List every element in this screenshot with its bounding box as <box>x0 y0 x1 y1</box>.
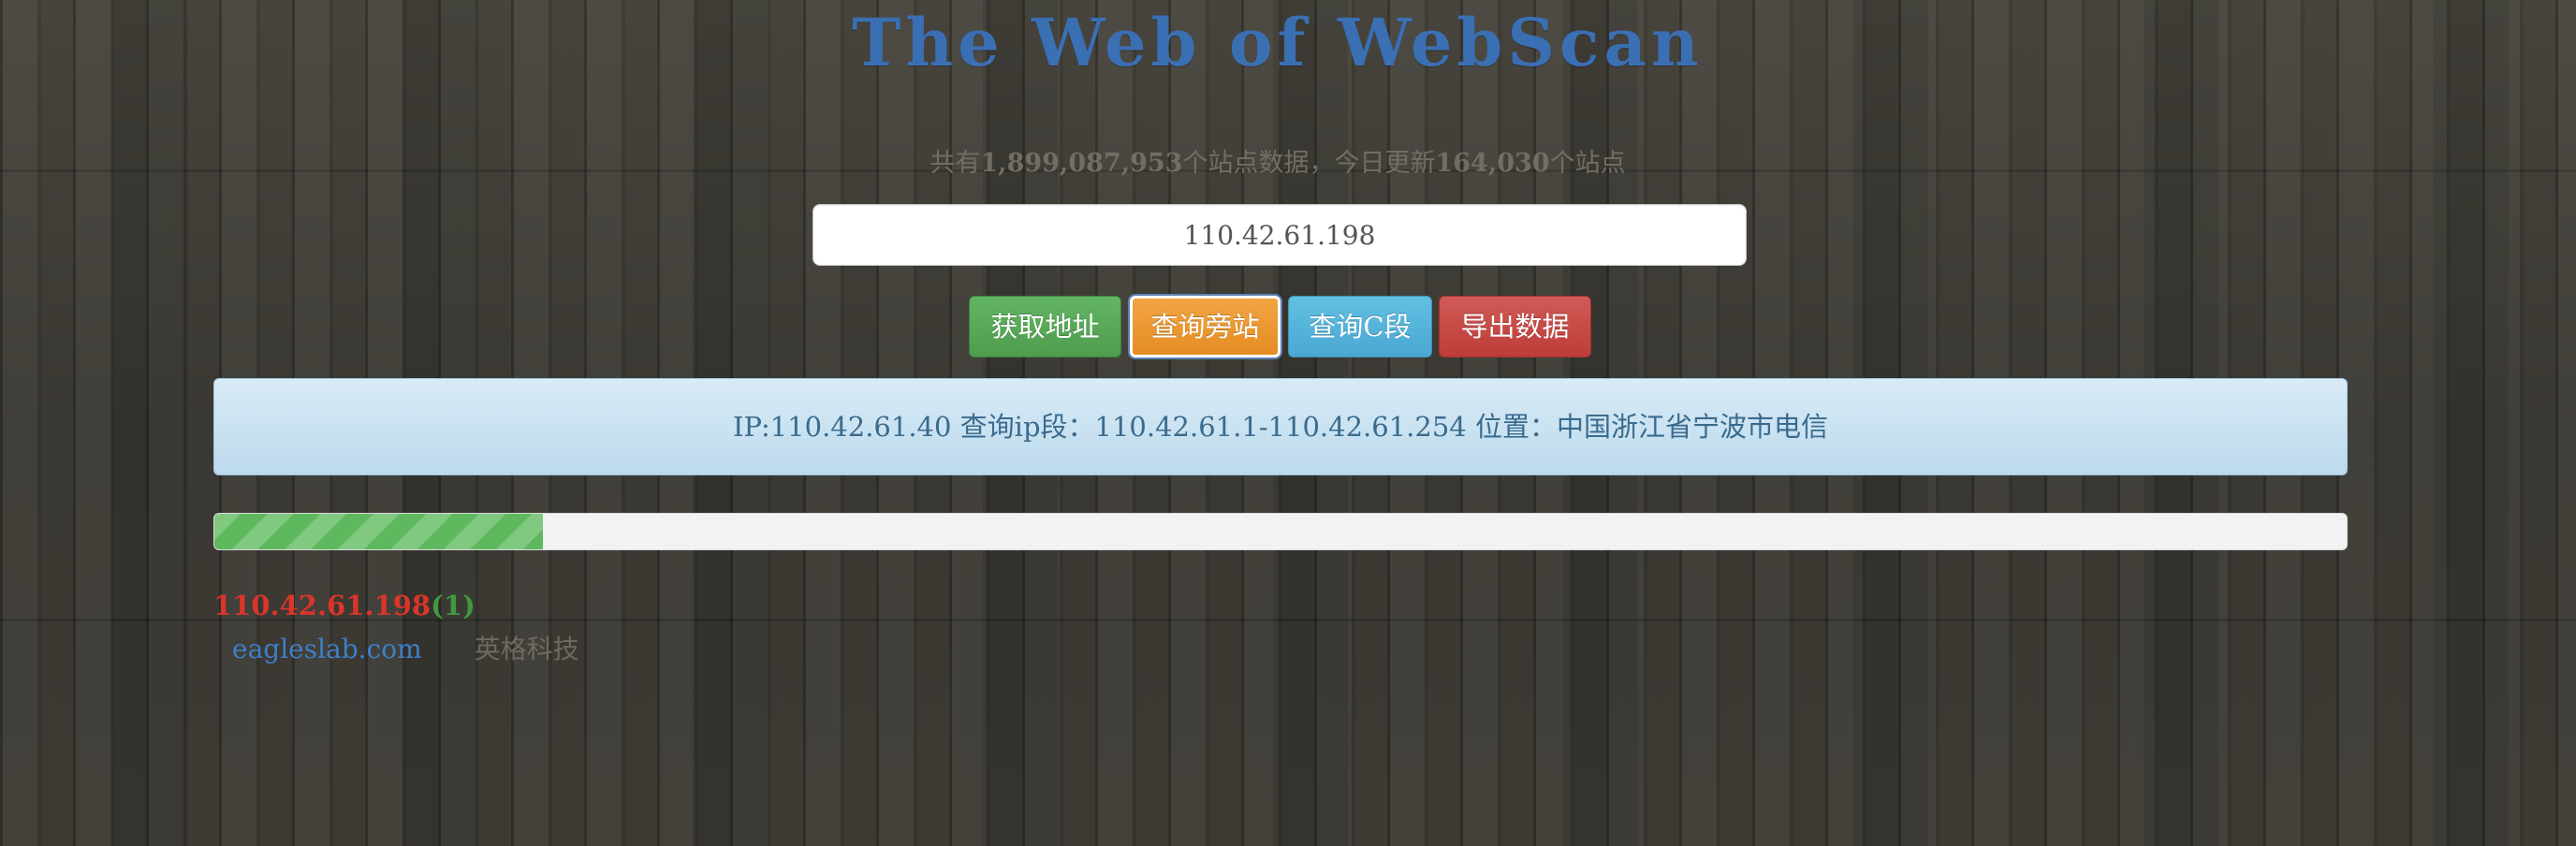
site-stats: 共有1,899,087,953个站点数据，今日更新164,030个站点 <box>0 142 2555 179</box>
ip-info-alert: IP:110.42.61.40 查询ip段：110.42.61.1-110.42… <box>213 378 2348 475</box>
stats-prefix: 共有 <box>929 149 981 178</box>
stats-total-sites: 1,899,087,953 <box>980 149 1183 178</box>
result-site-title: 英格科技 <box>474 634 579 664</box>
page-title: The Web of WebScan <box>852 4 1704 81</box>
stats-middle: 个站点数据，今日更新 <box>1182 149 1436 178</box>
stats-updated-today: 164,030 <box>1435 149 1550 178</box>
result-domain-link[interactable]: eagleslab.com <box>232 634 422 664</box>
progress-bar-track <box>213 513 2348 550</box>
result-count: (1) <box>431 590 476 621</box>
export-data-button[interactable]: 导出数据 <box>1439 296 1591 357</box>
stats-suffix: 个站点 <box>1549 149 1626 178</box>
list-item: eagleslab.com 英格科技 <box>232 629 579 666</box>
search-input[interactable] <box>812 204 1747 266</box>
result-ip: 110.42.61.198 <box>213 590 432 621</box>
query-sites-button[interactable]: 查询旁站 <box>1130 296 1281 357</box>
progress-bar-fill <box>214 514 543 549</box>
get-address-button[interactable]: 获取地址 <box>969 296 1121 357</box>
result-ip-heading: 110.42.61.198(1) <box>213 590 476 621</box>
query-c-segment-button[interactable]: 查询C段 <box>1288 296 1432 357</box>
